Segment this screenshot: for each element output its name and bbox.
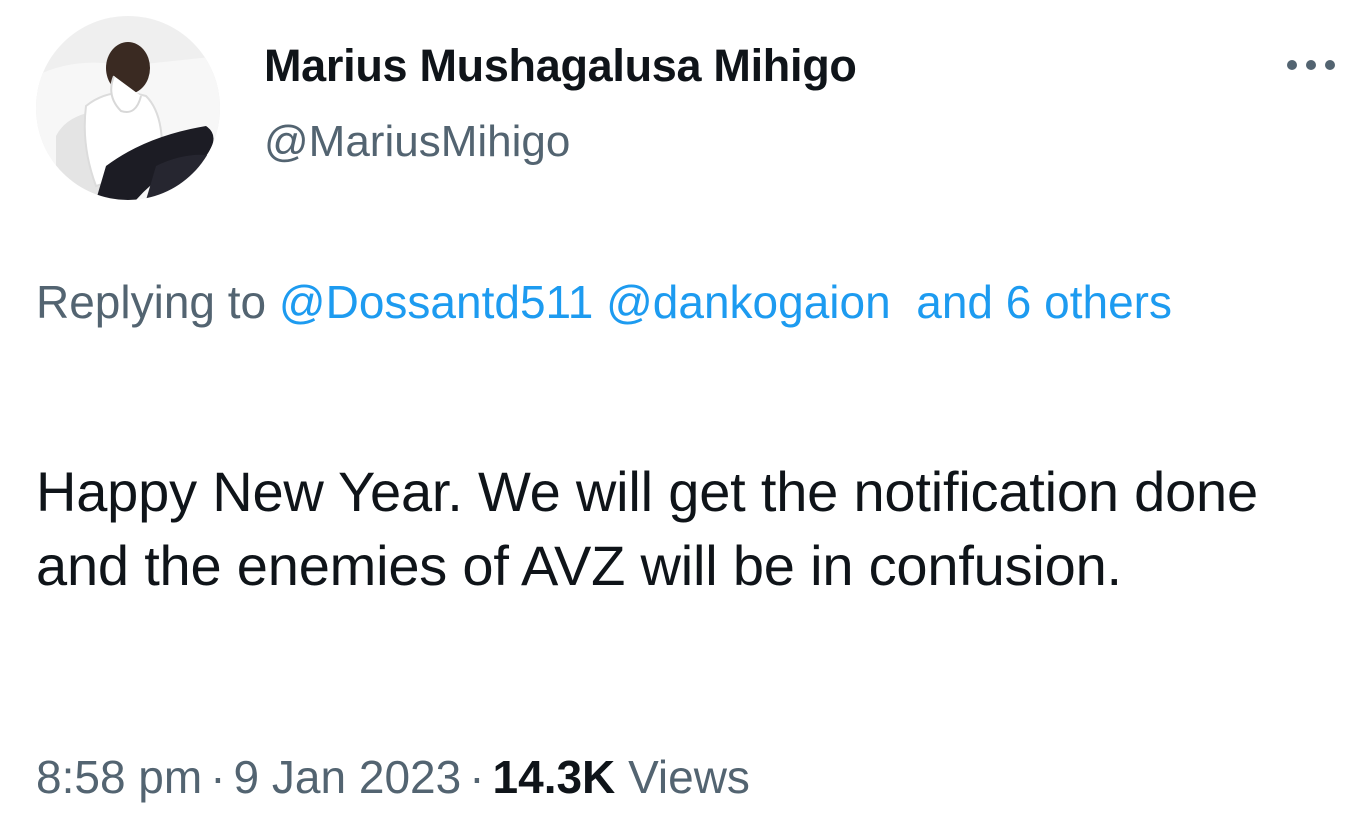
views-label: Views <box>628 751 750 803</box>
meta-separator: · <box>210 751 226 803</box>
mention-link[interactable]: @Dossantd511 <box>279 276 593 328</box>
author-handle[interactable]: @MariusMihigo <box>264 114 570 170</box>
replying-to-label: Replying to <box>36 276 267 328</box>
reply-context: Replying to @Dossantd511 @dankogaion and… <box>36 266 1276 338</box>
more-options-button[interactable] <box>1282 50 1340 80</box>
others-link[interactable]: and 6 others <box>916 276 1172 328</box>
tweet-date[interactable]: 9 Jan 2023 <box>234 751 462 803</box>
avatar-photo-icon <box>36 16 220 200</box>
tweet-meta: 8:58 pm · 9 Jan 2023 · 14.3K Views <box>36 745 750 809</box>
more-horizontal-icon <box>1287 60 1335 70</box>
author-display-name[interactable]: Marius Mushagalusa Mihigo <box>264 38 857 94</box>
views-count: 14.3K <box>492 751 616 803</box>
meta-separator: · <box>469 751 485 803</box>
tweet-text: Happy New Year. We will get the notifica… <box>36 460 1258 597</box>
author-avatar[interactable] <box>36 16 220 200</box>
mention-link[interactable]: @dankogaion <box>606 276 891 328</box>
tweet-card: Marius Mushagalusa Mihigo @MariusMihigo … <box>0 0 1354 832</box>
tweet-time[interactable]: 8:58 pm <box>36 751 202 803</box>
